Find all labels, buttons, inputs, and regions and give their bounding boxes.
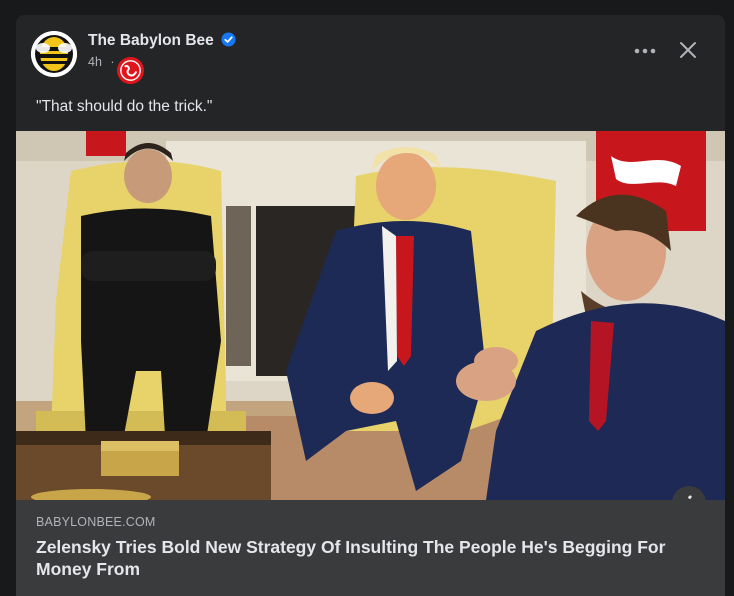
babylon-bee-logo-icon (31, 31, 77, 77)
more-options-icon (634, 48, 656, 54)
close-button[interactable] (673, 35, 703, 65)
more-options-button[interactable] (631, 37, 659, 65)
post-photo[interactable] (16, 131, 725, 500)
link-domain: BABYLONBEE.COM (36, 515, 156, 529)
post-header: The Babylon Bee 4h · (16, 15, 725, 85)
close-icon (680, 42, 696, 58)
meta-separator: · (110, 55, 115, 69)
photo-illustration (16, 131, 725, 500)
post-time[interactable]: 4h (88, 55, 102, 69)
verified-badge-icon (221, 32, 236, 47)
link-headline: Zelensky Tries Bold New Strategy Of Insu… (36, 537, 666, 579)
page-name[interactable]: The Babylon Bee (88, 32, 214, 50)
post-card: The Babylon Bee 4h · "That should do the… (16, 15, 725, 596)
globe-icon[interactable] (116, 56, 145, 85)
link-preview[interactable]: BABYLONBEE.COM Zelensky Tries Bold New S… (16, 500, 725, 596)
post-caption: "That should do the trick." (36, 98, 213, 115)
page-avatar[interactable] (31, 31, 77, 77)
post-meta: 4h · (88, 55, 115, 69)
